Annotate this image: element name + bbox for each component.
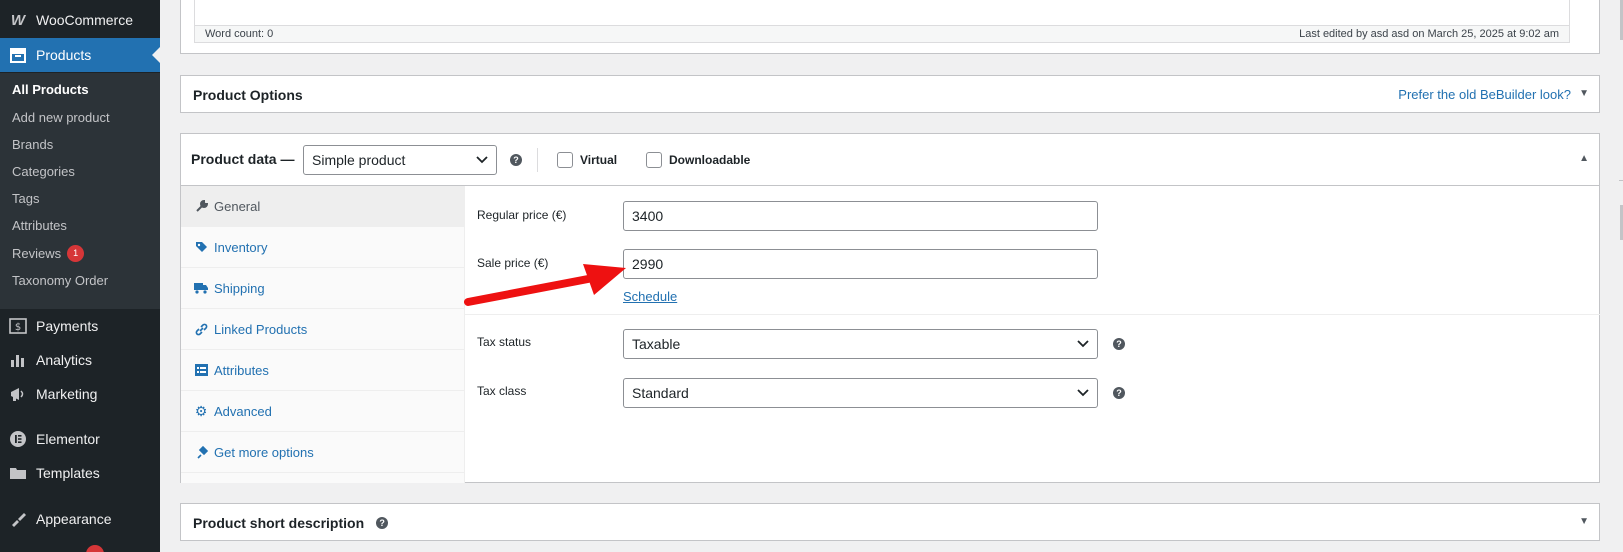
wrench-icon — [191, 199, 211, 213]
list-icon — [191, 364, 211, 376]
virtual-option[interactable]: Virtual — [557, 152, 617, 168]
product-type-value: Simple product — [312, 152, 406, 168]
tax-class-help-icon[interactable]: ? — [1113, 387, 1125, 399]
paintbrush-icon — [0, 511, 36, 527]
toggle-down-icon[interactable]: ▼ — [1579, 88, 1589, 99]
product-data-tabs: General Inventory Shipping Linked Produc… — [181, 186, 465, 483]
word-count: Word count: 0 — [205, 28, 274, 40]
virtual-checkbox[interactable] — [557, 152, 573, 168]
tax-status-help-icon[interactable]: ? — [1113, 338, 1125, 350]
bar-chart-icon — [0, 352, 36, 368]
archive-icon — [0, 47, 36, 63]
submenu-taxonomy-order[interactable]: Taxonomy Order — [12, 269, 108, 291]
sale-price-input[interactable]: 2990 — [623, 249, 1098, 279]
submenu-tags[interactable]: Tags — [12, 187, 39, 209]
link-icon — [191, 323, 211, 336]
menu-templates[interactable]: Templates — [0, 456, 160, 490]
menu-analytics[interactable]: Analytics — [0, 343, 160, 377]
editor-box: Word count: 0 Last edited by asd asd on … — [180, 0, 1600, 54]
bebuilder-link[interactable]: Prefer the old BeBuilder look? — [1398, 87, 1571, 102]
tax-status-label: Tax status — [477, 335, 532, 349]
chevron-down-icon — [1077, 389, 1089, 397]
woocommerce-icon: W — [10, 11, 26, 29]
truck-icon — [191, 282, 211, 294]
plugin-icon — [191, 445, 211, 459]
megaphone-icon — [0, 386, 36, 402]
edge-divider — [1619, 180, 1623, 181]
products-submenu: All Products Add new product Brands Cate… — [0, 73, 160, 309]
tab-attributes[interactable]: Attributes — [181, 350, 464, 391]
regular-price-label: Regular price (€) — [477, 208, 567, 222]
sale-price-label: Sale price (€) — [477, 256, 549, 270]
help-icon[interactable]: ? — [376, 517, 389, 529]
last-edited: Last edited by asd asd on March 25, 2025… — [1299, 28, 1559, 40]
submenu-brands[interactable]: Brands — [12, 133, 53, 155]
menu-products[interactable]: Products — [0, 38, 160, 72]
svg-text:$: $ — [15, 322, 21, 333]
admin-sidebar: W WooCommerce Products All Products Add … — [0, 0, 160, 552]
general-panel: Regular price (€) 3400 Sale price (€) 29… — [465, 186, 1600, 483]
submenu-attributes[interactable]: Attributes — [12, 214, 67, 236]
tab-shipping[interactable]: Shipping — [181, 268, 464, 309]
menu-label: WooCommerce — [36, 12, 133, 28]
menu-woocommerce[interactable]: W WooCommerce — [0, 3, 160, 37]
product-options-box: Product Options Prefer the old BeBuilder… — [180, 75, 1600, 113]
gear-icon: ⚙ — [194, 402, 208, 419]
elementor-icon — [0, 430, 36, 448]
downloadable-label: Downloadable — [669, 153, 751, 167]
chevron-down-icon — [476, 156, 488, 164]
downloadable-option[interactable]: Downloadable — [646, 152, 750, 168]
submenu-add-new-product[interactable]: Add new product — [12, 106, 110, 128]
editor-status-bar: Word count: 0 Last edited by asd asd on … — [195, 25, 1569, 42]
tax-status-select[interactable]: Taxable — [623, 329, 1098, 359]
menu-appearance[interactable]: Appearance — [0, 502, 160, 536]
plugins-update-badge — [86, 545, 104, 552]
panel-divider — [465, 314, 1600, 315]
product-data-header: Product data — Simple product ? Virtual … — [181, 134, 1599, 186]
tax-class-value: Standard — [632, 385, 689, 401]
product-data-title: Product data — — [191, 151, 295, 167]
tab-advanced[interactable]: ⚙ Advanced — [181, 391, 464, 432]
payments-icon: $ — [0, 318, 36, 334]
chevron-down-icon — [1077, 340, 1089, 348]
toggle-up-icon[interactable]: ▲ — [1579, 153, 1589, 164]
regular-price-input[interactable]: 3400 — [623, 201, 1098, 231]
toggle-down-icon[interactable]: ▼ — [1579, 516, 1589, 527]
downloadable-checkbox[interactable] — [646, 152, 662, 168]
header-divider — [537, 148, 538, 172]
tax-status-value: Taxable — [632, 336, 681, 352]
tab-inventory[interactable]: Inventory — [181, 227, 464, 268]
menu-label: Products — [36, 47, 92, 63]
product-short-description-box: Product short description ? ▼ — [180, 503, 1600, 541]
menu-marketing[interactable]: Marketing — [0, 377, 160, 411]
sale-price-value: 2990 — [632, 256, 664, 272]
editor-area[interactable]: Word count: 0 Last edited by asd asd on … — [194, 0, 1570, 43]
tag-icon — [191, 241, 211, 254]
product-options-title: Product Options — [193, 87, 303, 103]
submenu-all-products[interactable]: All Products — [12, 78, 89, 100]
help-icon[interactable]: ? — [510, 154, 522, 166]
schedule-link[interactable]: Schedule — [623, 289, 677, 304]
submenu-categories[interactable]: Categories — [12, 160, 75, 182]
folder-icon — [0, 465, 36, 481]
tax-class-select[interactable]: Standard — [623, 378, 1098, 408]
reviews-count-badge: 1 — [67, 244, 85, 262]
virtual-label: Virtual — [580, 153, 618, 167]
submenu-reviews[interactable]: Reviews 1 — [12, 242, 85, 264]
short-description-title: Product short description ? — [193, 515, 389, 531]
menu-elementor[interactable]: Elementor — [0, 422, 160, 456]
tab-general[interactable]: General — [181, 186, 464, 227]
tab-linked-products[interactable]: Linked Products — [181, 309, 464, 350]
regular-price-value: 3400 — [632, 208, 664, 224]
product-data-box: Product data — Simple product ? Virtual … — [180, 133, 1600, 483]
tax-class-label: Tax class — [477, 384, 527, 398]
tab-get-more-options[interactable]: Get more options — [181, 432, 464, 473]
product-type-select[interactable]: Simple product — [303, 145, 497, 175]
current-menu-arrow — [152, 47, 160, 63]
menu-payments[interactable]: $ Payments — [0, 309, 160, 343]
